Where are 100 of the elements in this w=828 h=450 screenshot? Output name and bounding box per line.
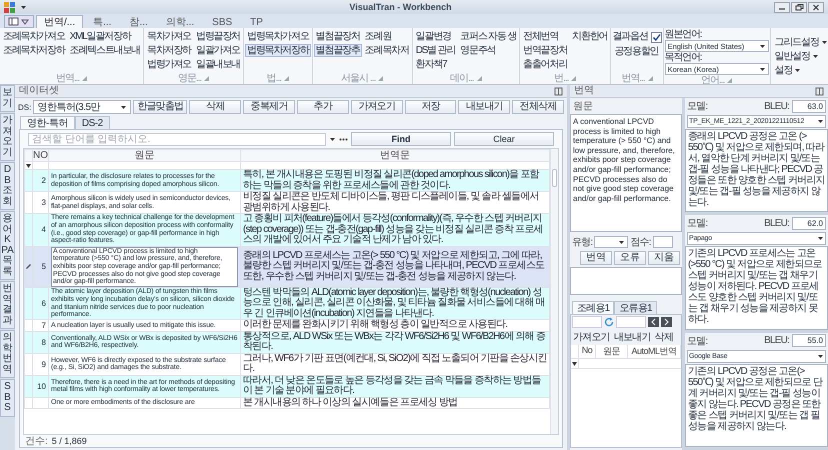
- restore-icon[interactable]: [791, 2, 807, 12]
- ribbon-tab[interactable]: 번역/...: [36, 15, 84, 28]
- table-row[interactable]: [24, 246, 550, 288]
- dropdown-button[interactable]: 일반설정: [772, 50, 828, 62]
- column-header[interactable]: 번역문: [240, 150, 550, 162]
- find-button[interactable]: Find: [351, 132, 451, 146]
- launcher-icon[interactable]: [476, 76, 482, 81]
- ribbon-tab[interactable]: SBS: [204, 15, 240, 28]
- action-button[interactable]: 지움: [648, 251, 680, 265]
- app-icon[interactable]: [4, 2, 15, 12]
- column-header[interactable]: AutoML번역: [628, 345, 681, 358]
- column-header[interactable]: No: [579, 345, 596, 358]
- checkbox[interactable]: [650, 32, 662, 42]
- ribbon-button[interactable]: 일괄내보내: [194, 58, 242, 71]
- ribbon-tab[interactable]: 의학...: [158, 15, 202, 28]
- search-field[interactable]: 검색할 단어를 입력하시오.: [28, 132, 326, 146]
- pin-icon[interactable]: [554, 86, 563, 96]
- ribbon-tab[interactable]: 참...: [121, 15, 156, 28]
- ribbon-tab[interactable]: 특...: [85, 15, 120, 28]
- text-field[interactable]: [572, 316, 602, 328]
- ribbon-button[interactable]: 조례목차저장하: [1, 44, 67, 57]
- next-icon[interactable]: [661, 317, 672, 327]
- pin-icon[interactable]: [815, 86, 824, 96]
- launcher-icon[interactable]: [204, 76, 210, 81]
- toolbar-button[interactable]: 가져오기: [350, 100, 403, 114]
- ribbon-tab[interactable]: TP: [242, 15, 271, 28]
- toolbar-button[interactable]: 한글맞춤법: [133, 100, 188, 114]
- launcher-icon[interactable]: [727, 78, 732, 83]
- dropdown-button[interactable]: 그리드설정: [772, 36, 828, 48]
- launcher-icon[interactable]: [648, 76, 653, 81]
- ribbon-button[interactable]: 번역끝장처: [521, 44, 570, 57]
- side-tab[interactable]: 보기: [0, 85, 15, 112]
- ribbon-button[interactable]: 출출어처리: [521, 58, 570, 71]
- ellipsis-icon[interactable]: [339, 138, 348, 140]
- ribbon-button[interactable]: 법령목차저장하: [245, 44, 311, 57]
- text-field[interactable]: [616, 316, 646, 328]
- toolbar-button[interactable]: 저장: [404, 100, 456, 114]
- ribbon-button[interactable]: 법령끝장처: [194, 30, 242, 43]
- ribbon-button[interactable]: 코퍼스 자동 생: [458, 30, 518, 43]
- caret-icon[interactable]: [20, 4, 27, 10]
- action-button[interactable]: 번역: [580, 251, 612, 265]
- type-dropdown[interactable]: [594, 236, 628, 248]
- translation-text-field[interactable]: 기존의 LPCVD 프로세스는 고온(>550 °C) 및 저압으로 제한되므로 스텝 커버리지 및/또는 갭 채우기 성능이 저하된다. PECVD 프로세스도 양호한 스텝 커버리지 및/또는 갭 채우기 성능을 제공하지 못하다.: [685, 246, 828, 330]
- ribbon-button[interactable]: 전체번역: [521, 30, 570, 43]
- toolbar-button[interactable]: 가져오기: [572, 330, 611, 344]
- ribbon-button[interactable]: DS별 관리: [414, 44, 458, 57]
- side-tab[interactable]: 번역결과: [0, 281, 15, 329]
- application-menu-button[interactable]: [4, 15, 34, 28]
- ribbon-button[interactable]: 조례목차가져오: [1, 30, 67, 43]
- ribbon-button[interactable]: 조례목차저: [362, 44, 411, 57]
- translation-text-field[interactable]: 종래의 LPCVD 공정은 고온 (> 550℃) 및 저압으로 제한되며, 따라서, 열악한 단계 커버리지 및/또는 갭-필 성능을 나타낸다; PECVD 공정들은 또한 양호한 스텝 커버리지 및/또는 갭-필 성능을 제공하지 않는다.: [685, 129, 828, 212]
- side-tab[interactable]: SBS: [0, 379, 15, 416]
- tab[interactable]: 영한-특허: [20, 116, 75, 129]
- ribbon-button[interactable]: 목차가져오: [145, 30, 194, 43]
- tab[interactable]: 오류용1: [614, 301, 657, 314]
- launcher-icon[interactable]: [82, 76, 88, 81]
- previous-icon[interactable]: [648, 317, 659, 327]
- dataset-dropdown[interactable]: 영한특허(3.5만: [33, 100, 132, 114]
- minimize-icon[interactable]: [774, 2, 790, 12]
- ribbon-button[interactable]: 환자책7: [414, 58, 458, 71]
- launcher-icon[interactable]: [571, 76, 576, 81]
- launcher-icon[interactable]: [378, 76, 384, 81]
- toolbar-button[interactable]: 중복제거: [243, 100, 295, 114]
- tab[interactable]: 조례용1: [572, 301, 614, 314]
- source-text-field[interactable]: A conventional LPCVD process is limited to high temperature (> 550 °C) and low pressure, and, therefore, exhibits poor step coverage and/or gap-fill performance; PECVD processes also do not give good step coverage and/or gap-fill performance.: [570, 114, 682, 232]
- column-header[interactable]: 원문: [48, 150, 240, 162]
- side-tab[interactable]: 가져오기: [0, 113, 15, 161]
- ribbon-button[interactable]: 치환한어: [570, 30, 610, 43]
- ribbon-button[interactable]: 별첨끝장처: [314, 30, 362, 43]
- toolbar-button[interactable]: 삭제: [654, 330, 674, 344]
- ribbon-button[interactable]: 일괄가져오: [194, 44, 242, 57]
- toolbar-button[interactable]: 내보내기: [458, 100, 510, 114]
- table-row[interactable]: [24, 287, 550, 320]
- toolbar-button[interactable]: 추가: [296, 100, 349, 114]
- table-row[interactable]: [24, 214, 550, 246]
- scrollbar[interactable]: [550, 149, 558, 434]
- ribbon-button[interactable]: 조례원: [362, 30, 411, 43]
- ribbon-button[interactable]: 공정용할인: [612, 45, 662, 58]
- ribbon-button[interactable]: 영문주석: [458, 44, 518, 57]
- score-field[interactable]: [652, 236, 673, 248]
- note-field[interactable]: [570, 267, 682, 295]
- ribbon-button[interactable]: XML일괄저장하: [68, 30, 142, 43]
- toolbar-button[interactable]: 내보내기: [612, 330, 652, 344]
- side-tab[interactable]: 의학번역: [0, 330, 15, 378]
- ribbon-button[interactable]: 조례텍스트내보내: [68, 44, 142, 57]
- column-header[interactable]: NO: [32, 150, 48, 162]
- side-tab[interactable]: 용어 KPA 목록: [0, 211, 15, 280]
- clear-button[interactable]: Clear: [454, 132, 554, 146]
- ribbon-button[interactable]: 법령목차가져오: [245, 30, 311, 43]
- translation-text-field[interactable]: 기존의 LPCVD 공정은 고온(> 550℃) 및 저압으로 제한되므로 단계 커버리지 및/또는 갭-필 성능이 좋지 않는다. PECVD 공정은 또한 좋은 스텝 커버리지 및/또는 갭 필 성능을 제공하지 않는다.: [685, 364, 828, 447]
- column-header[interactable]: 원문: [596, 345, 628, 358]
- toolbar-button[interactable]: 전체삭제: [512, 100, 564, 114]
- refresh-icon[interactable]: [604, 317, 614, 327]
- ribbon-button[interactable]: 별첨끝장추: [314, 44, 362, 57]
- launcher-icon[interactable]: [284, 76, 290, 81]
- ribbon-button[interactable]: 법령가져오: [145, 58, 194, 71]
- side-tab[interactable]: DB조회: [0, 162, 15, 210]
- close-icon[interactable]: [808, 2, 824, 12]
- tab[interactable]: DS-2: [74, 116, 110, 129]
- toolbar-button[interactable]: 삭제: [189, 100, 242, 114]
